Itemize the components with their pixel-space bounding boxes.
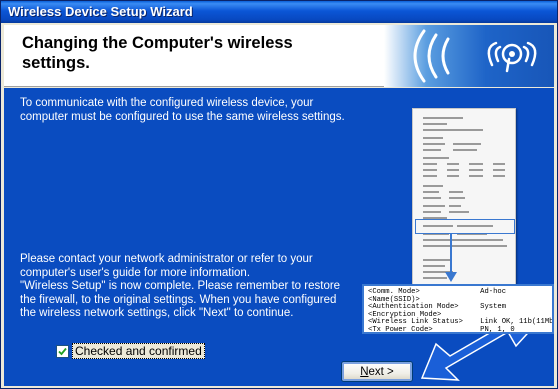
confirm-checkbox-label[interactable]: Checked and confirmed [72,343,205,359]
confirm-checkbox[interactable] [56,344,69,358]
wizard-header: Changing the Computer's wireless setting… [4,25,554,87]
next-button[interactable]: Next > [341,361,413,382]
page-title: Changing the Computer's wireless setting… [22,34,293,72]
header-banner [384,25,554,87]
pointer-arrows [420,234,549,381]
down-arrow-icon [445,272,457,282]
next-button-mnemonic: N [360,365,369,378]
next-button-label: ext > [368,365,394,378]
wizard-window: Wireless Device Setup Wizard Changing th… [0,0,558,389]
report-zoom-detail: <Comm. Mode> Ad-hoc <Name(SSID)> <Authen… [362,284,554,334]
wireless-signal-icon [413,29,537,83]
confirm-checkbox-row[interactable]: Checked and confirmed [56,343,205,359]
wizard-content: To communicate with the configured wirel… [4,88,554,386]
checkmark-icon [58,347,67,355]
title-bar: Wireless Device Setup Wizard [1,1,557,23]
